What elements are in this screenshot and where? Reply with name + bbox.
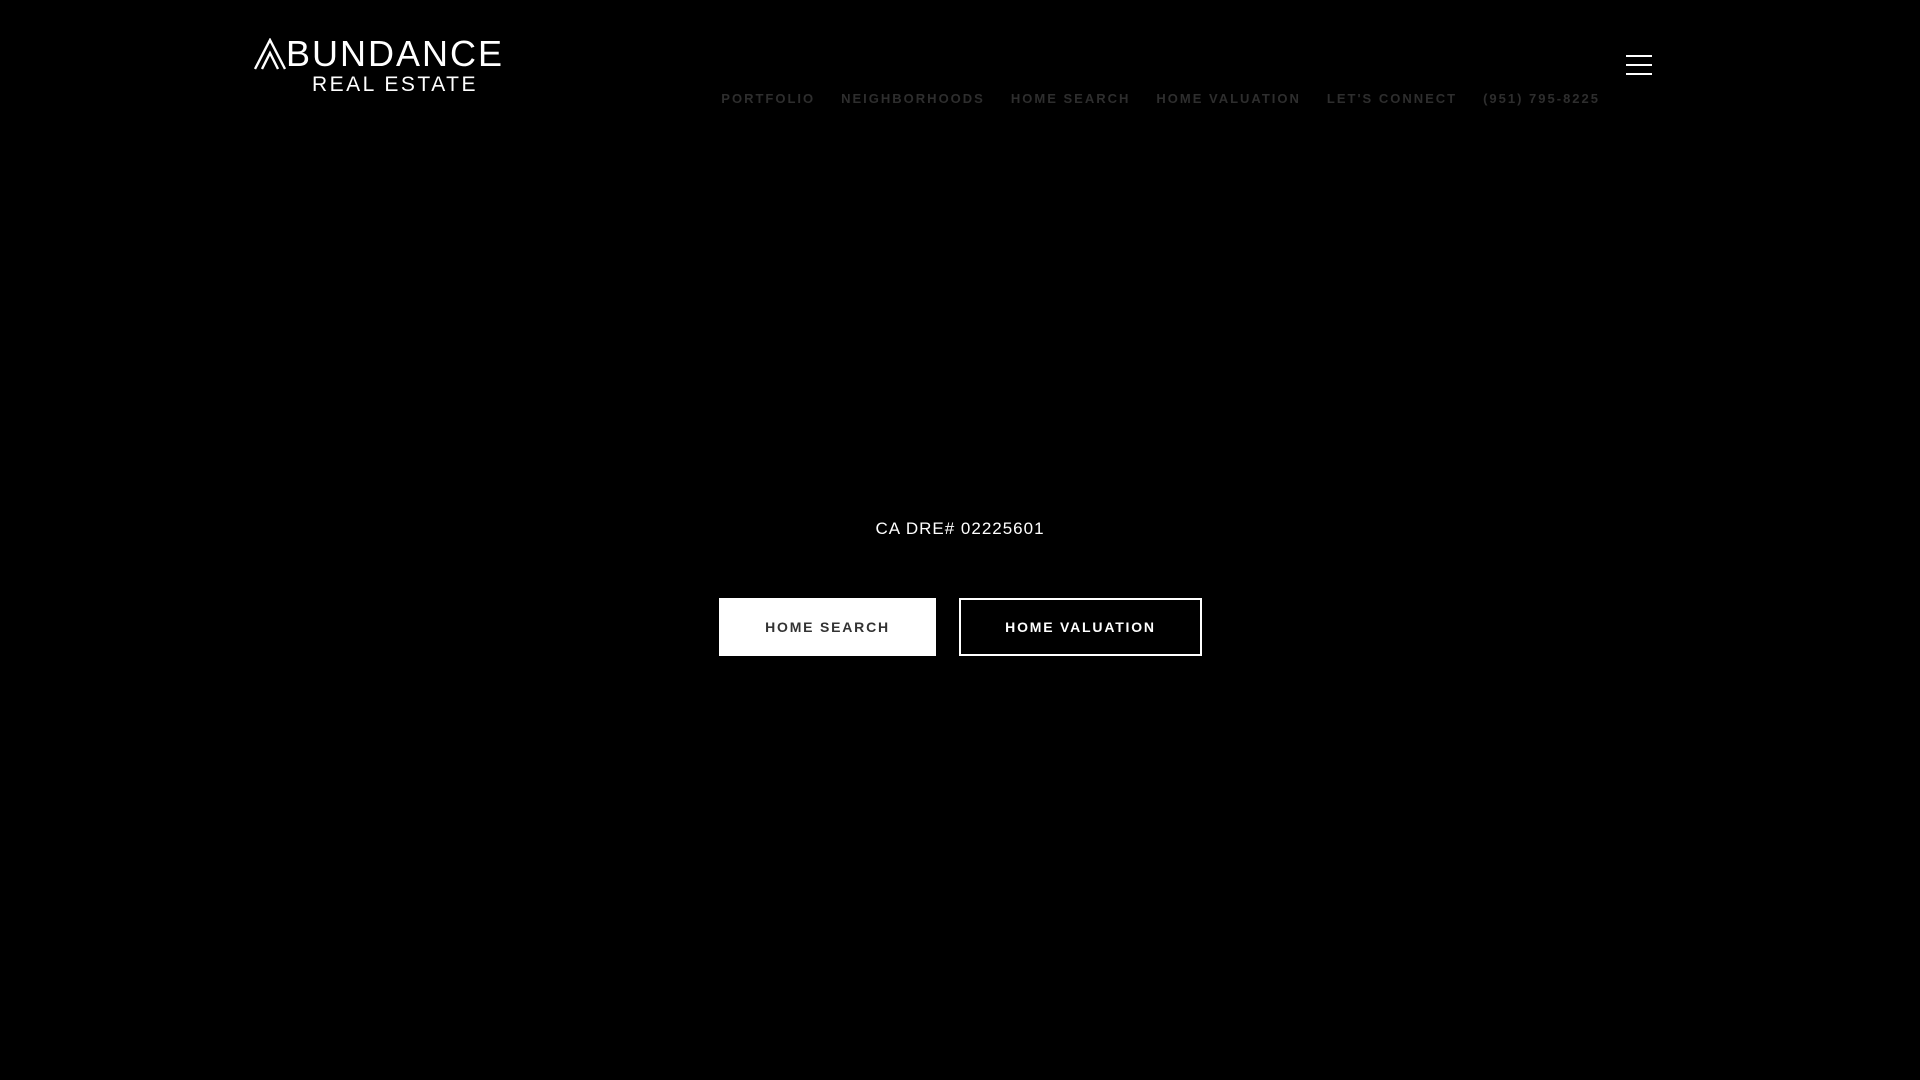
menu-bar [1626,55,1652,57]
main-nav: PORTFOLIO NEIGHBORHOODS HOME SEARCH HOME… [721,91,1600,106]
license-number: CA DRE# 02225601 [875,519,1045,538]
home-search-button[interactable]: HOME SEARCH [719,598,936,656]
nav-home-search[interactable]: HOME SEARCH [1011,91,1131,106]
abundance-a-mark-icon [254,38,286,70]
logo-wordmark: BUNDANCE [286,33,505,74]
nav-home-valuation[interactable]: HOME VALUATION [1156,91,1301,106]
menu-bar [1626,64,1652,66]
nav-neighborhoods[interactable]: NEIGHBORHOODS [841,91,985,106]
menu-bar [1626,73,1652,75]
home-valuation-button[interactable]: HOME VALUATION [959,598,1202,656]
hamburger-menu-icon[interactable] [1626,55,1652,75]
page: BUNDANCE REAL ESTATE PORTFOLIO NEIGHBORH… [0,0,1920,1080]
nav-lets-connect[interactable]: LET'S CONNECT [1327,91,1457,106]
logo-tagline: REAL ESTATE [312,73,478,96]
site-logo[interactable]: BUNDANCE REAL ESTATE [254,33,544,96]
nav-portfolio[interactable]: PORTFOLIO [721,91,815,106]
logo-line-1: BUNDANCE [254,33,505,74]
cta-buttons: HOME SEARCH HOME VALUATION [719,598,1202,656]
nav-phone[interactable]: (951) 795-8225 [1483,91,1600,106]
